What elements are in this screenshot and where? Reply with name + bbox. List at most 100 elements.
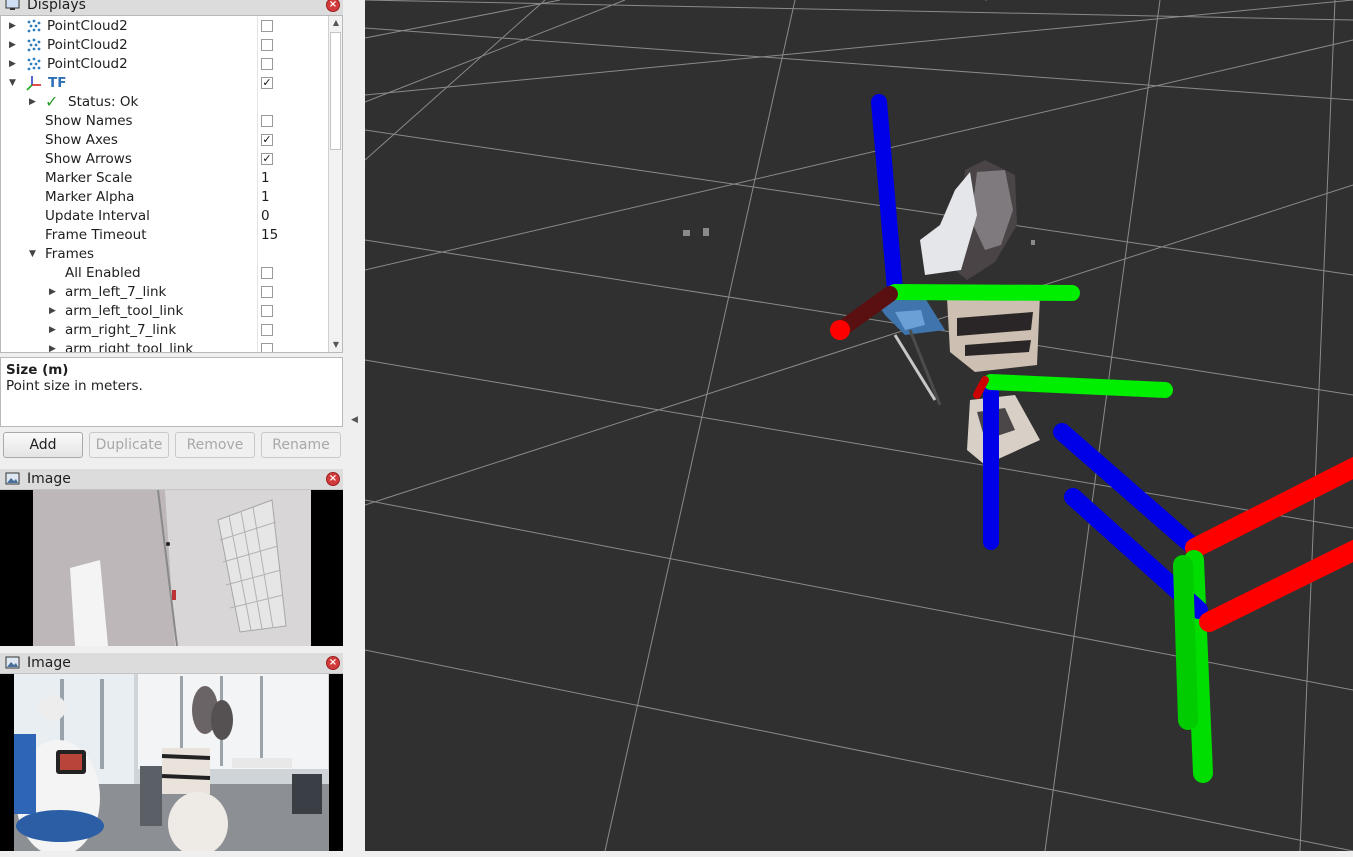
tree-label: PointCloud2 [47, 56, 128, 72]
property-value[interactable]: 0 [261, 208, 270, 224]
expand-arrow-icon[interactable]: ▶ [9, 21, 17, 31]
camera-image-view [0, 674, 343, 852]
3d-viewport[interactable] [365, 0, 1353, 851]
property-description: Size (m) Point size in meters. [0, 357, 343, 427]
expand-arrow-icon[interactable]: ▶ [9, 40, 17, 50]
property-value[interactable]: 15 [261, 227, 278, 243]
tree-row-all-enabled[interactable]: All Enabled [1, 264, 329, 283]
property-value[interactable]: 1 [261, 170, 270, 186]
tree-row-pointcloud2-1[interactable]: ▶ PointCloud2 [1, 17, 329, 36]
tree-label: Frame Timeout [45, 227, 147, 243]
tree-row-update-interval[interactable]: Update Interval 0 [1, 207, 329, 226]
tree-label: arm_right_7_link [65, 322, 177, 338]
camera-image [0, 674, 343, 852]
image-panel-titlebar[interactable]: Image × [0, 469, 343, 490]
frame-checkbox[interactable] [261, 286, 273, 298]
pointcloud-icon [27, 57, 41, 71]
description-title: Size (m) [6, 362, 69, 378]
tree-label: PointCloud2 [47, 37, 128, 53]
close-icon[interactable]: × [326, 0, 340, 12]
tree-label: Show Names [45, 113, 133, 129]
tree-label: Show Arrows [45, 151, 132, 167]
expand-arrow-icon[interactable]: ▶ [49, 287, 57, 297]
tree-label: Marker Scale [45, 170, 133, 186]
scroll-up-icon[interactable]: ▲ [329, 16, 342, 30]
collapse-dock-icon[interactable]: ◀ [351, 415, 358, 429]
image-panel-titlebar[interactable]: Image × [0, 653, 343, 674]
enable-checkbox[interactable] [261, 58, 273, 70]
show-arrows-checkbox[interactable]: ✓ [261, 153, 273, 165]
property-value[interactable]: 1 [261, 189, 270, 205]
collapse-arrow-icon[interactable]: ▼ [29, 249, 37, 259]
tree-row-marker-alpha[interactable]: Marker Alpha 1 [1, 188, 329, 207]
displays-panel-title: Displays [27, 0, 86, 13]
image-panel-title: Image [27, 655, 71, 671]
tree-row-frames[interactable]: ▼ Frames [1, 245, 329, 264]
tree-row-marker-scale[interactable]: Marker Scale 1 [1, 169, 329, 188]
scroll-down-icon[interactable]: ▼ [329, 338, 342, 352]
frame-checkbox[interactable] [261, 305, 273, 317]
scrollbar-thumb[interactable] [330, 32, 341, 150]
tree-label: Update Interval [45, 208, 150, 224]
tree-row-frame[interactable]: ▶ arm_right_tool_link [1, 340, 329, 353]
enable-checkbox[interactable] [261, 39, 273, 51]
tree-label: arm_left_tool_link [65, 303, 184, 319]
displays-tree[interactable]: ▶ PointCloud2 ▶ PointCloud2 ▶ PointCloud… [0, 15, 343, 353]
tree-label: Marker Alpha [45, 189, 135, 205]
camera-image-view [0, 490, 343, 646]
tree-row-status[interactable]: ▶ ✓ Status: Ok [1, 92, 329, 112]
tree-scrollbar[interactable]: ▲ ▼ [328, 16, 342, 352]
check-icon: ✓ [45, 92, 59, 111]
tree-row-frame[interactable]: ▶ arm_left_7_link [1, 283, 329, 302]
tree-row-show-axes[interactable]: Show Axes ✓ [1, 131, 329, 150]
frame-checkbox[interactable] [261, 324, 273, 336]
all-enabled-checkbox[interactable] [261, 267, 273, 279]
expand-arrow-icon[interactable]: ▶ [49, 344, 57, 352]
enable-checkbox[interactable]: ✓ [261, 77, 273, 89]
camera-image [0, 490, 343, 646]
show-axes-checkbox[interactable]: ✓ [261, 134, 273, 146]
tree-label: arm_right_tool_link [65, 341, 194, 353]
tree-row-frame[interactable]: ▶ arm_right_7_link [1, 321, 329, 340]
frame-checkbox[interactable] [261, 343, 273, 352]
tree-label: TF [48, 75, 67, 91]
tree-row-tf[interactable]: ▼ TF ✓ [1, 74, 329, 93]
enable-checkbox[interactable] [261, 20, 273, 32]
duplicate-button[interactable]: Duplicate [89, 432, 169, 458]
tf-axes-icon [26, 76, 41, 91]
tree-label: Show Axes [45, 132, 118, 148]
tree-label: All Enabled [65, 265, 141, 281]
tree-row-frame[interactable]: ▶ arm_left_tool_link [1, 302, 329, 321]
show-names-checkbox[interactable] [261, 115, 273, 127]
tree-label: Frames [45, 246, 95, 262]
description-text: Point size in meters. [6, 378, 143, 394]
expand-arrow-icon[interactable]: ▶ [29, 97, 37, 107]
tree-label: arm_left_7_link [65, 284, 167, 300]
remove-button[interactable]: Remove [175, 432, 255, 458]
monitor-icon [5, 0, 20, 10]
status-strip [0, 851, 1353, 857]
tree-label: Status: Ok [68, 94, 139, 110]
close-icon[interactable]: × [326, 472, 340, 486]
tree-row-show-names[interactable]: Show Names [1, 112, 329, 131]
3d-scene [365, 0, 1353, 851]
left-dock: Displays × ▶ PointCloud2 ▶ PointCloud2 ▶… [0, 0, 358, 857]
pointcloud-icon [27, 38, 41, 52]
rename-button[interactable]: Rename [261, 432, 341, 458]
add-button[interactable]: Add [3, 432, 83, 458]
expand-arrow-icon[interactable]: ▶ [49, 325, 57, 335]
image-panel-title: Image [27, 471, 71, 487]
displays-panel-titlebar[interactable]: Displays × [0, 0, 343, 16]
expand-arrow-icon[interactable]: ▶ [49, 306, 57, 316]
tree-row-pointcloud2-2[interactable]: ▶ PointCloud2 [1, 36, 329, 55]
tree-label: PointCloud2 [47, 18, 128, 34]
image-icon [5, 656, 20, 669]
expand-arrow-icon[interactable]: ▶ [9, 59, 17, 69]
pointcloud-icon [27, 19, 41, 33]
tree-row-frame-timeout[interactable]: Frame Timeout 15 [1, 226, 329, 245]
collapse-arrow-icon[interactable]: ▼ [9, 78, 17, 88]
image-icon [5, 472, 20, 485]
close-icon[interactable]: × [326, 656, 340, 670]
tree-row-pointcloud2-3[interactable]: ▶ PointCloud2 [1, 55, 329, 74]
tree-row-show-arrows[interactable]: Show Arrows ✓ [1, 150, 329, 169]
